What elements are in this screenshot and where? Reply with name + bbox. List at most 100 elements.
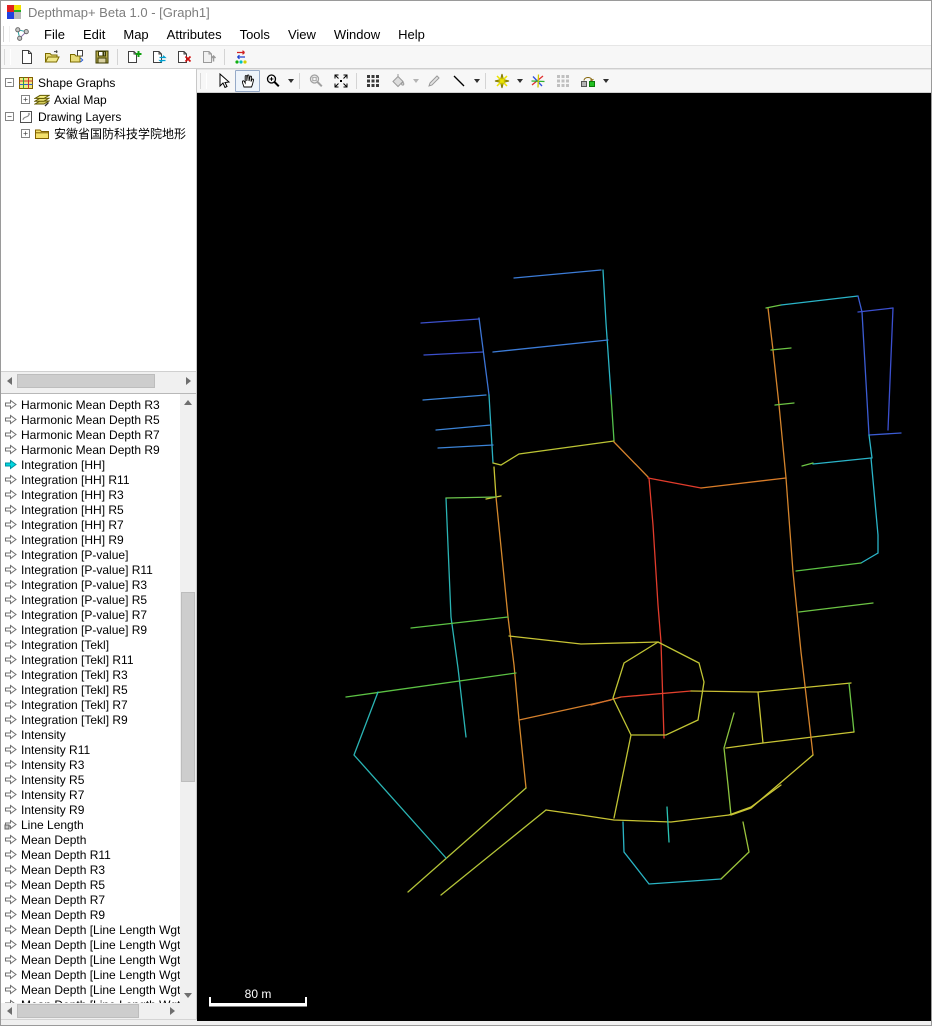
scrollbar-thumb[interactable] — [181, 592, 195, 782]
axial-line[interactable] — [725, 731, 855, 749]
zoom-in-button[interactable] — [260, 70, 285, 92]
attribute-item[interactable]: Mean Depth — [1, 832, 180, 847]
attribute-item[interactable]: Integration [Tekl] R5 — [1, 682, 180, 697]
attribute-item[interactable]: Integration [HH] R9 — [1, 532, 180, 547]
axial-line[interactable] — [798, 602, 874, 613]
axial-line[interactable] — [730, 754, 814, 816]
axial-line[interactable] — [613, 734, 632, 819]
attribute-item[interactable]: Intensity — [1, 727, 180, 742]
attribute-item[interactable]: Integration [Tekl] R7 — [1, 697, 180, 712]
attribute-item[interactable]: Integration [HH] R5 — [1, 502, 180, 517]
import-file-button[interactable] — [64, 46, 89, 68]
axial-line[interactable] — [857, 295, 870, 436]
new-map-star-button[interactable] — [489, 70, 514, 92]
scrollbar-thumb[interactable] — [17, 373, 155, 388]
menu-item-file[interactable]: File — [35, 25, 74, 44]
recolour-range-button[interactable] — [228, 46, 253, 68]
new-document-button[interactable] — [14, 46, 39, 68]
axial-line[interactable] — [860, 457, 879, 564]
axial-line[interactable] — [857, 307, 894, 313]
axial-line[interactable] — [887, 307, 894, 431]
attribute-item[interactable]: Mean Depth [Line Length Wgt] F — [1, 937, 180, 952]
axial-line[interactable] — [488, 394, 494, 464]
axial-line[interactable] — [620, 690, 692, 698]
axial-line[interactable] — [493, 466, 497, 498]
axial-line[interactable] — [422, 394, 487, 401]
attribute-item[interactable]: Integration [HH] R11 — [1, 472, 180, 487]
axial-line[interactable] — [420, 318, 480, 324]
draw-line-dropdown[interactable] — [471, 71, 482, 91]
attribute-item[interactable]: Integration [Tekl] — [1, 637, 180, 652]
axial-line[interactable] — [780, 295, 859, 306]
tree-node[interactable]: − Drawing Layers — [1, 108, 196, 125]
join-dropdown[interactable] — [600, 71, 611, 91]
axial-line[interactable] — [770, 347, 792, 351]
attribute-item[interactable]: Integration [HH] R3 — [1, 487, 180, 502]
attribute-item[interactable]: Harmonic Mean Depth R5 — [1, 412, 180, 427]
expand-icon[interactable]: + — [21, 95, 30, 104]
delete-layer-button[interactable] — [171, 46, 196, 68]
new-layer-button[interactable] — [121, 46, 146, 68]
scroll-down-button[interactable] — [180, 987, 196, 1003]
collapse-icon[interactable]: − — [5, 112, 14, 121]
attribute-item[interactable]: Intensity R9 — [1, 802, 180, 817]
attribute-item[interactable]: Intensity R3 — [1, 757, 180, 772]
axial-line[interactable] — [666, 806, 670, 843]
menu-item-attributes[interactable]: Attributes — [158, 25, 231, 44]
convert-layer-button[interactable] — [146, 46, 171, 68]
attribute-item[interactable]: Line Length — [1, 817, 180, 832]
scroll-right-button[interactable] — [164, 1003, 180, 1019]
attribute-item[interactable]: Integration [P-value] — [1, 547, 180, 562]
axial-line[interactable] — [545, 809, 730, 823]
axial-line[interactable] — [868, 434, 873, 459]
scroll-right-button[interactable] — [180, 372, 196, 389]
zoom-in-dropdown[interactable] — [285, 71, 296, 91]
axial-line[interactable] — [647, 477, 702, 489]
attribute-item[interactable]: Harmonic Mean Depth R7 — [1, 427, 180, 442]
select-pointer-button[interactable] — [210, 70, 235, 92]
attribute-item[interactable]: Mean Depth R3 — [1, 862, 180, 877]
axial-line[interactable] — [423, 351, 484, 356]
axial-line[interactable] — [613, 441, 649, 478]
axial-line[interactable] — [757, 691, 764, 744]
attribute-item[interactable]: Mean Depth R11 — [1, 847, 180, 862]
axial-line[interactable] — [795, 562, 862, 572]
menu-item-tools[interactable]: Tools — [231, 25, 279, 44]
tree-node[interactable]: − Shape Graphs — [1, 74, 196, 91]
attribute-item[interactable]: Mean Depth [Line Length Wgt] F — [1, 982, 180, 997]
axial-line[interactable] — [868, 432, 902, 436]
axial-line[interactable] — [765, 304, 782, 309]
scroll-left-button[interactable] — [1, 1003, 17, 1019]
recentre-view-button[interactable] — [328, 70, 353, 92]
axial-line[interactable] — [410, 616, 509, 629]
attribute-item[interactable]: Mean Depth R5 — [1, 877, 180, 892]
axial-line[interactable] — [812, 457, 872, 465]
tree-node[interactable]: + Axial Map — [1, 91, 196, 108]
collapse-icon[interactable]: − — [5, 78, 14, 87]
axial-line[interactable] — [353, 691, 447, 859]
attribute-item[interactable]: Harmonic Mean Depth R3 — [1, 397, 180, 412]
axial-line[interactable] — [610, 394, 615, 442]
axial-map-canvas[interactable]: 80 m — [197, 93, 932, 1021]
axial-map-tool-button[interactable] — [525, 70, 550, 92]
attribute-item[interactable]: Integration [P-value] R5 — [1, 592, 180, 607]
menu-item-map[interactable]: Map — [114, 25, 157, 44]
axial-line[interactable] — [492, 440, 615, 466]
menu-item-help[interactable]: Help — [389, 25, 434, 44]
attribute-item[interactable]: Intensity R5 — [1, 772, 180, 787]
join-button[interactable] — [575, 70, 600, 92]
axial-line[interactable] — [437, 444, 494, 449]
axial-line[interactable] — [774, 402, 795, 406]
attribute-item[interactable]: Intensity R11 — [1, 742, 180, 757]
menu-item-view[interactable]: View — [279, 25, 325, 44]
draw-line-button[interactable] — [446, 70, 471, 92]
axial-line[interactable] — [720, 821, 750, 880]
axial-line[interactable] — [445, 497, 467, 738]
attribute-item[interactable]: Mean Depth R7 — [1, 892, 180, 907]
axial-line[interactable] — [612, 641, 705, 736]
attribute-item[interactable]: Integration [P-value] R11 — [1, 562, 180, 577]
axial-line[interactable] — [440, 809, 547, 896]
axial-line[interactable] — [848, 682, 855, 733]
axial-line[interactable] — [513, 269, 602, 279]
axial-line[interactable] — [602, 269, 612, 396]
